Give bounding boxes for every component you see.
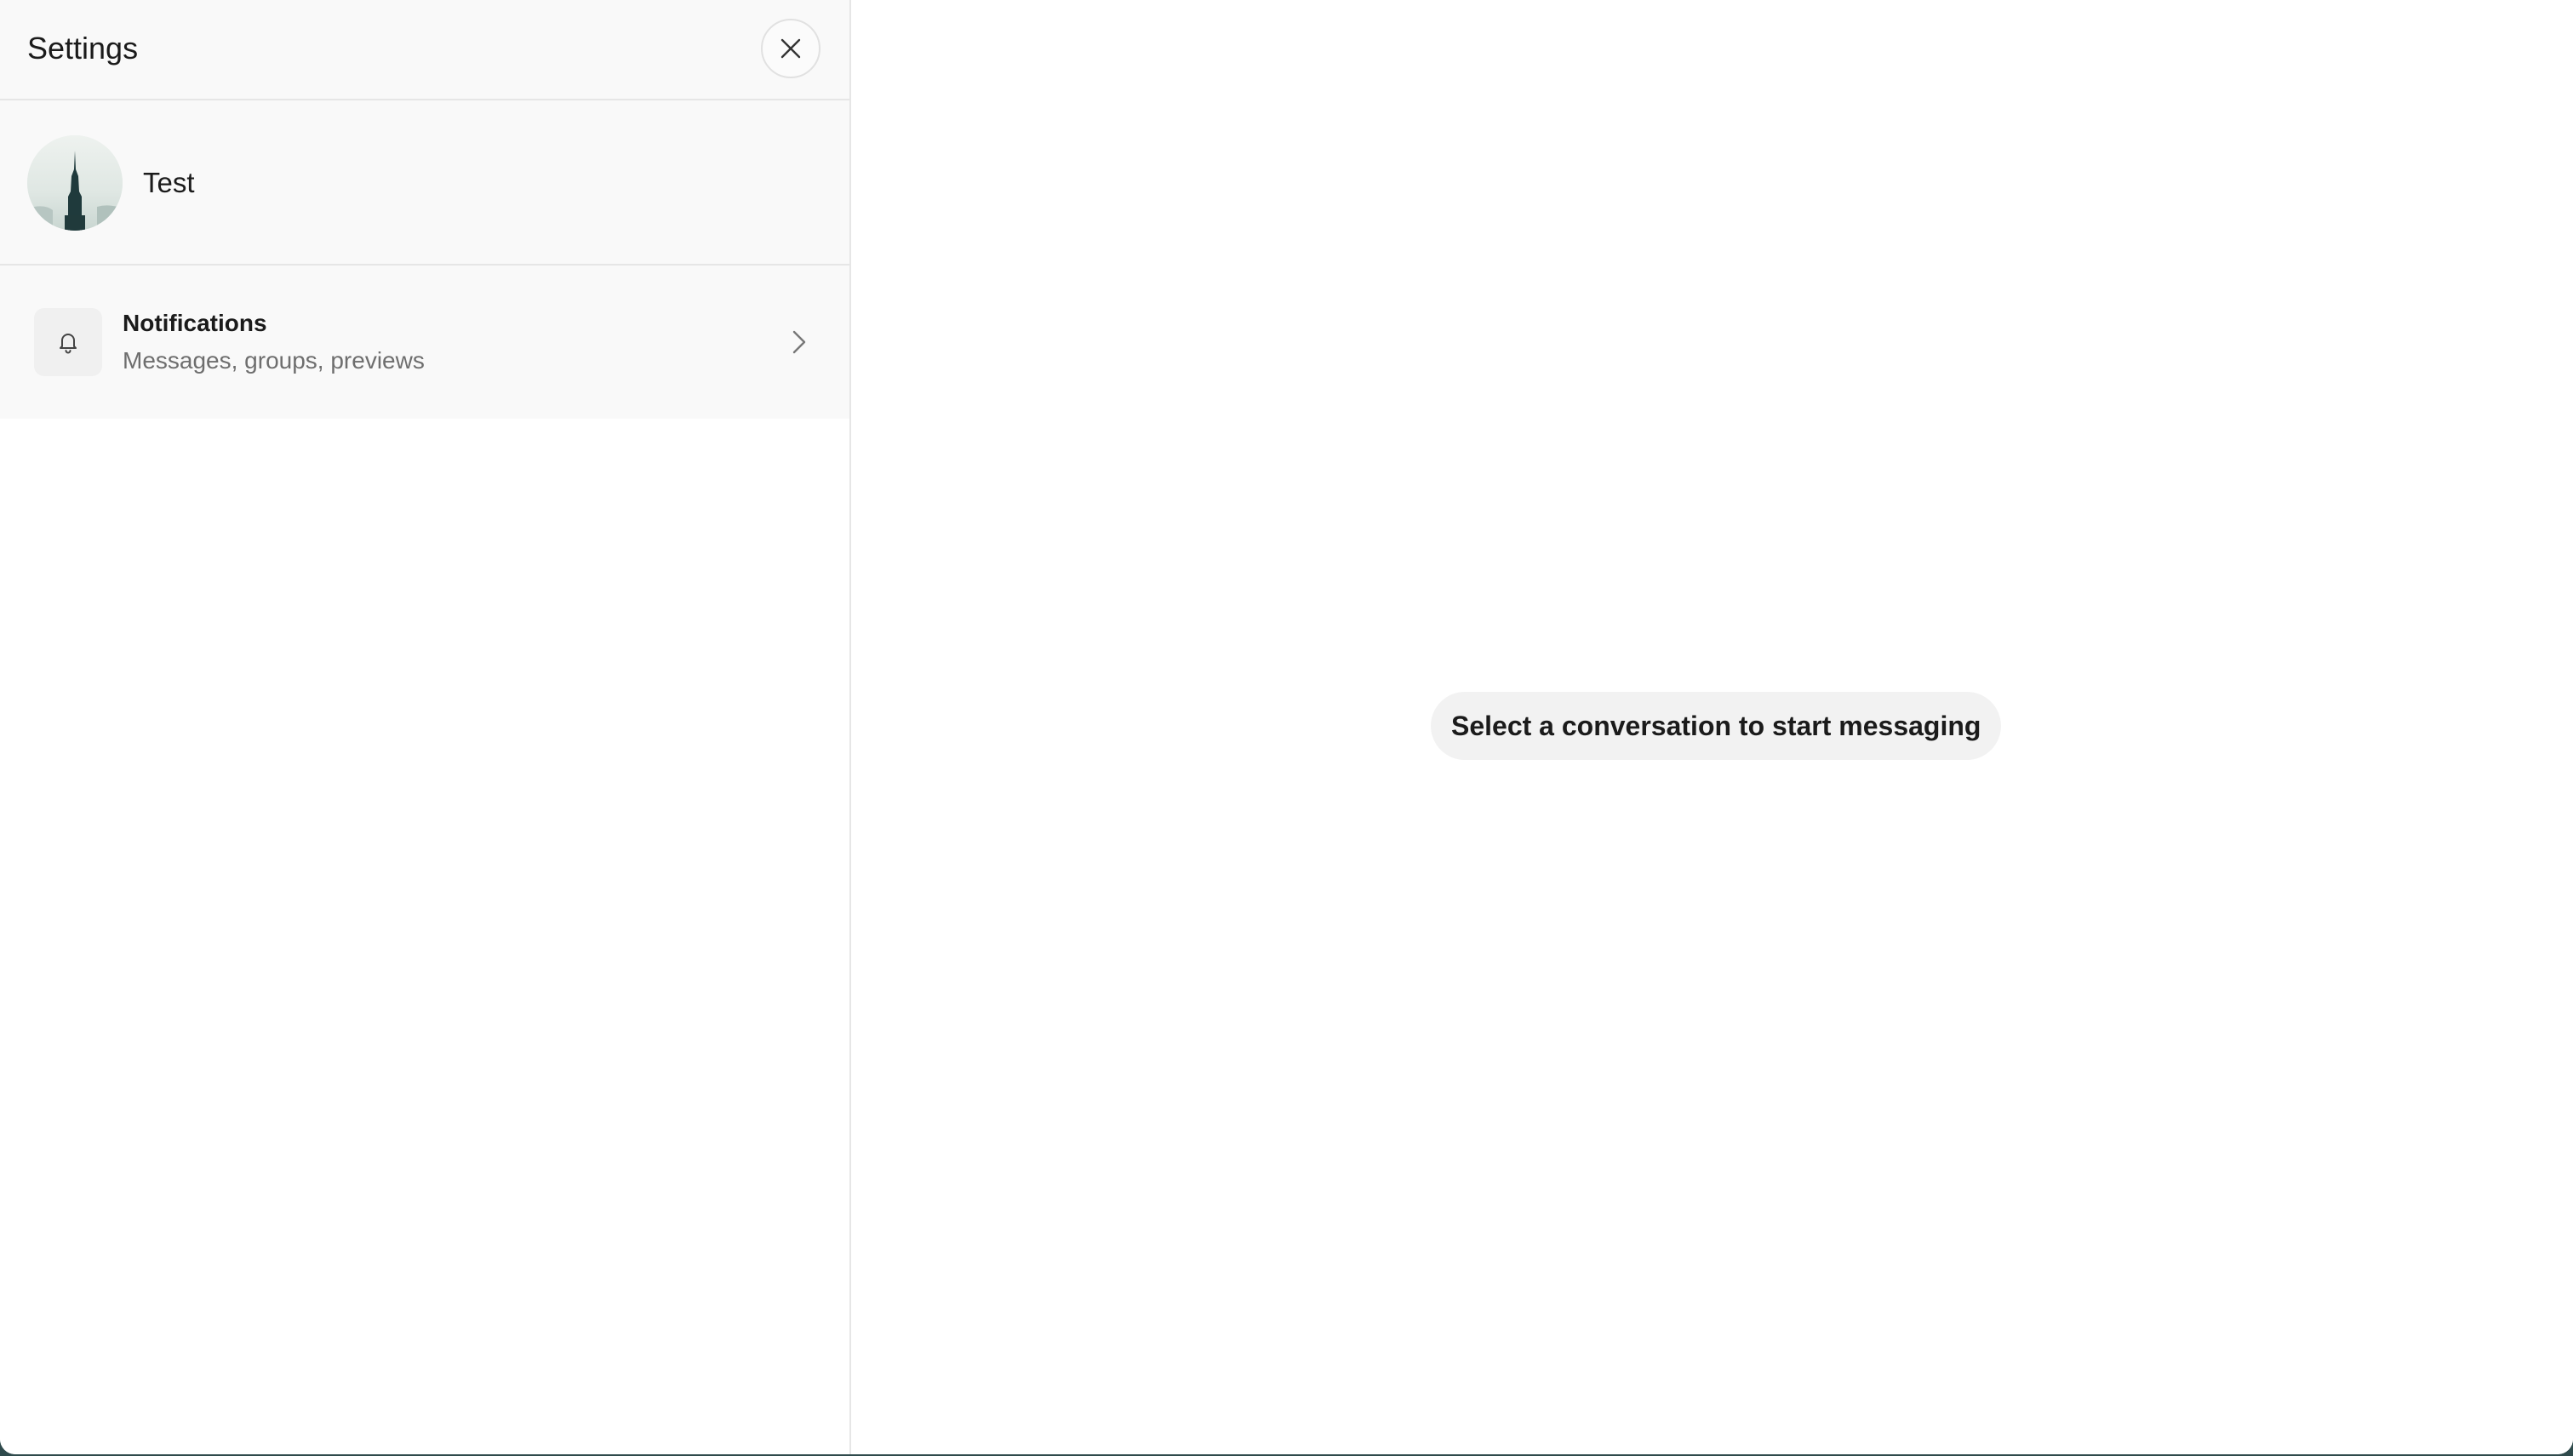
close-icon	[780, 38, 801, 59]
profile-row[interactable]: Test	[0, 100, 849, 266]
close-settings-button[interactable]	[761, 19, 821, 78]
empty-state-message: Select a conversation to start messaging	[1431, 692, 2002, 760]
notifications-icon-box	[34, 308, 102, 376]
notifications-subtitle: Messages, groups, previews	[123, 347, 425, 374]
conversation-pane: Select a conversation to start messaging	[851, 0, 2573, 1454]
settings-sidebar: Settings Test Notifications Messages, gr…	[0, 0, 851, 1454]
profile-name: Test	[143, 167, 195, 198]
avatar-photo	[27, 135, 123, 231]
bell-icon	[60, 334, 77, 354]
settings-header: Settings	[0, 0, 849, 100]
avatar	[27, 135, 123, 231]
settings-title: Settings	[27, 31, 139, 66]
chevron-right-icon	[786, 327, 812, 357]
notifications-title: Notifications	[123, 310, 267, 336]
app-window: Settings Test Notifications Messages, gr…	[0, 0, 2573, 1454]
settings-item-notifications[interactable]: Notifications Messages, groups, previews	[0, 266, 849, 419]
